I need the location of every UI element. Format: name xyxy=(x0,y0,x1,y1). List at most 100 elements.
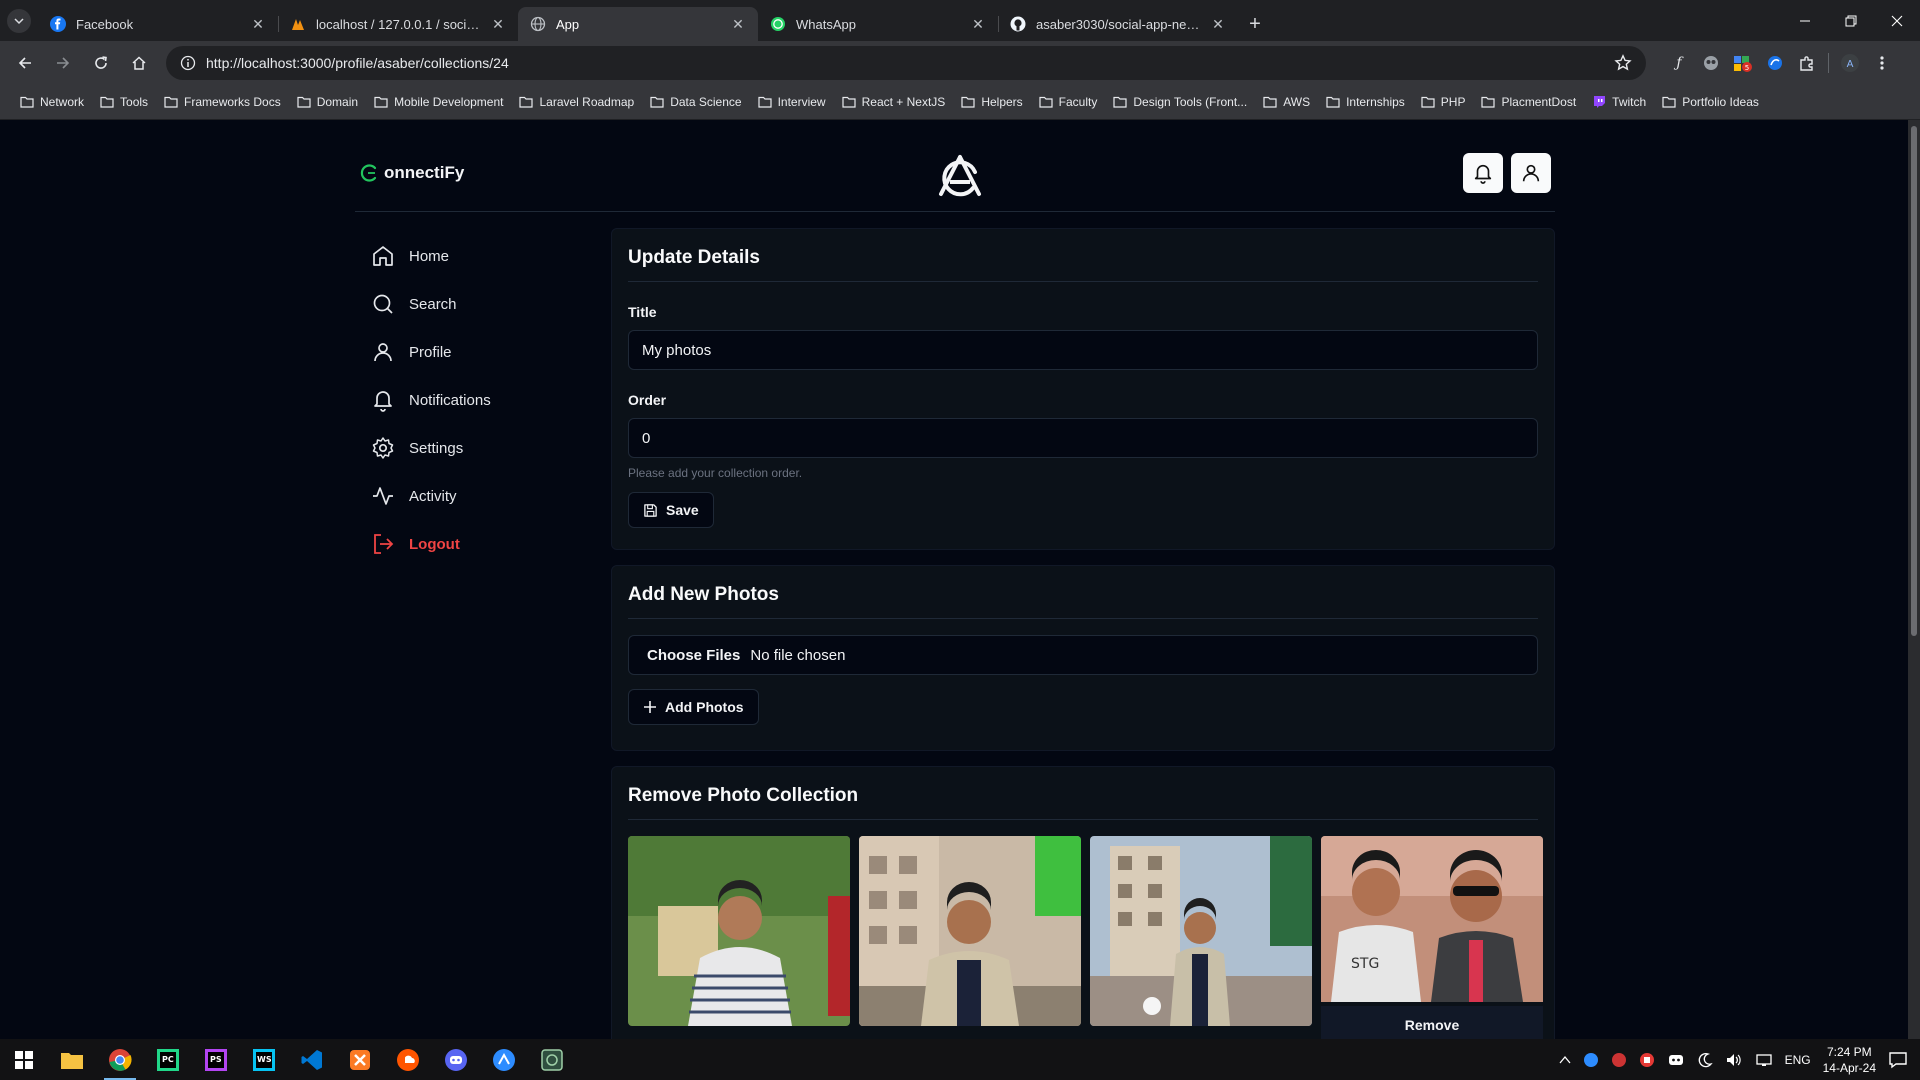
bookmark-item[interactable]: PlacmentDost xyxy=(1473,88,1584,116)
address-bar[interactable]: http://localhost:3000/profile/asaber/col… xyxy=(166,46,1646,80)
taskbar-discord[interactable] xyxy=(432,1039,480,1080)
taskbar-app[interactable] xyxy=(528,1039,576,1080)
tab-search-button[interactable] xyxy=(0,0,38,41)
title-input[interactable]: My photos xyxy=(628,330,1538,370)
bookmark-item[interactable]: Portfolio Ideas xyxy=(1654,88,1767,116)
network-icon[interactable] xyxy=(1755,1052,1773,1068)
volume-icon[interactable] xyxy=(1725,1052,1743,1068)
back-button[interactable] xyxy=(8,46,42,80)
browser-tab[interactable]: Facebook ✕ xyxy=(38,7,278,41)
sidebar-item-logout[interactable]: Logout xyxy=(355,520,585,568)
puzzle-icon[interactable] xyxy=(1796,52,1818,74)
extension-icon[interactable] xyxy=(1700,52,1722,74)
bookmark-item[interactable]: Network xyxy=(12,88,92,116)
bookmark-item[interactable]: Twitch xyxy=(1584,88,1654,116)
new-tab-button[interactable]: + xyxy=(1238,7,1272,41)
font-extension-icon[interactable]: ƒ xyxy=(1668,52,1690,74)
photo-item[interactable] xyxy=(628,836,850,1039)
tray-app-icon[interactable] xyxy=(1611,1052,1627,1068)
sidebar-item-home[interactable]: Home xyxy=(355,232,585,280)
close-tab-icon[interactable]: ✕ xyxy=(1210,16,1226,33)
bookmark-item[interactable]: Data Science xyxy=(642,88,749,116)
scrollbar-thumb[interactable] xyxy=(1911,126,1917,636)
minimize-button[interactable] xyxy=(1782,0,1828,41)
bookmark-item[interactable]: Helpers xyxy=(953,88,1030,116)
sidebar-item-settings[interactable]: Settings xyxy=(355,424,585,472)
site-info-icon[interactable] xyxy=(180,55,196,71)
taskbar-app[interactable] xyxy=(480,1039,528,1080)
photo-item[interactable] xyxy=(1090,836,1312,1039)
browser-tab[interactable]: WhatsApp ✕ xyxy=(758,7,998,41)
close-tab-icon[interactable]: ✕ xyxy=(250,16,266,33)
close-tab-icon[interactable]: ✕ xyxy=(970,16,986,33)
home-button[interactable] xyxy=(122,46,156,80)
save-button[interactable]: Save xyxy=(628,492,714,528)
forward-button[interactable] xyxy=(46,46,80,80)
taskbar-phpstorm[interactable]: PS xyxy=(192,1039,240,1080)
bookmark-item[interactable]: Mobile Development xyxy=(366,88,511,116)
account-button[interactable] xyxy=(1511,153,1551,193)
extension-icon[interactable] xyxy=(1764,52,1786,74)
taskbar-vscode[interactable] xyxy=(288,1039,336,1080)
bookmark-item[interactable]: Internships xyxy=(1318,88,1413,116)
photo-image[interactable] xyxy=(859,836,1081,1026)
bookmark-item[interactable]: Laravel Roadmap xyxy=(511,88,642,116)
sidebar-item-activity[interactable]: Activity xyxy=(355,472,585,520)
file-input[interactable]: Choose Files No file chosen xyxy=(628,635,1538,675)
clock[interactable]: 7:24 PM 14-Apr-24 xyxy=(1823,1044,1876,1076)
sidebar-nav: Home Search Profile Notifications Settin… xyxy=(355,232,585,568)
taskbar-file-explorer[interactable] xyxy=(48,1039,96,1080)
photo-item[interactable] xyxy=(859,836,1081,1039)
discord-tray-icon[interactable] xyxy=(1667,1052,1685,1068)
choose-files-button[interactable]: Choose Files xyxy=(647,647,740,664)
browser-tab[interactable]: localhost / 127.0.0.1 / social-media ✕ xyxy=(278,7,518,41)
tray-app-icon[interactable] xyxy=(1583,1052,1599,1068)
photo-image[interactable]: STG xyxy=(1321,836,1543,1002)
bookmark-item[interactable]: Design Tools (Front... xyxy=(1105,88,1255,116)
moon-icon[interactable] xyxy=(1697,1052,1713,1068)
taskbar-webstorm[interactable]: WS xyxy=(240,1039,288,1080)
sidebar-item-notifications[interactable]: Notifications xyxy=(355,376,585,424)
taskbar-soundcloud[interactable] xyxy=(384,1039,432,1080)
remove-photo-button[interactable]: Remove xyxy=(1321,1006,1543,1039)
notification-center-icon[interactable] xyxy=(1888,1051,1908,1069)
notifications-button[interactable] xyxy=(1463,153,1503,193)
start-button[interactable] xyxy=(0,1039,48,1080)
bookmark-item[interactable]: Domain xyxy=(289,88,366,116)
taskbar-xampp[interactable] xyxy=(336,1039,384,1080)
add-photos-button[interactable]: Add Photos xyxy=(628,689,759,725)
bookmark-item[interactable]: AWS xyxy=(1255,88,1318,116)
language-indicator[interactable]: ENG xyxy=(1785,1053,1811,1067)
bookmark-item[interactable]: Interview xyxy=(750,88,834,116)
close-window-button[interactable] xyxy=(1874,0,1920,41)
extension-badge-icon[interactable]: 5 xyxy=(1732,52,1754,74)
reload-button[interactable] xyxy=(84,46,118,80)
photo-item[interactable]: STG Remove xyxy=(1321,836,1543,1039)
tray-app-icon[interactable] xyxy=(1639,1052,1655,1068)
taskbar-pycharm[interactable]: PC xyxy=(144,1039,192,1080)
brand-logo[interactable]: onnectiFy xyxy=(358,162,464,184)
profile-avatar-icon[interactable]: A xyxy=(1839,52,1861,74)
restore-button[interactable] xyxy=(1828,0,1874,41)
bookmark-item[interactable]: Tools xyxy=(92,88,156,116)
order-input[interactable]: 0 xyxy=(628,418,1538,458)
menu-kebab-icon[interactable] xyxy=(1871,52,1893,74)
photo-image[interactable] xyxy=(1090,836,1312,1026)
browser-tab-active[interactable]: App ✕ xyxy=(518,7,758,41)
bookmark-item[interactable]: Faculty xyxy=(1031,88,1106,116)
sidebar-item-profile[interactable]: Profile xyxy=(355,328,585,376)
close-tab-icon[interactable]: ✕ xyxy=(730,16,746,33)
star-icon[interactable] xyxy=(1614,54,1632,72)
bookmark-item[interactable]: Frameworks Docs xyxy=(156,88,289,116)
photo-image[interactable] xyxy=(628,836,850,1026)
taskbar-chrome[interactable] xyxy=(96,1039,144,1080)
bookmark-item[interactable]: PHP xyxy=(1413,88,1474,116)
bookmark-item[interactable]: React + NextJS xyxy=(834,88,954,116)
browser-tab[interactable]: asaber3030/social-app-nextjs ✕ xyxy=(998,7,1238,41)
close-tab-icon[interactable]: ✕ xyxy=(490,16,506,33)
app-emblem-icon[interactable] xyxy=(937,154,983,200)
url-text[interactable]: http://localhost:3000/profile/asaber/col… xyxy=(206,55,1604,71)
chevron-up-icon[interactable] xyxy=(1559,1054,1571,1066)
page-scrollbar[interactable] xyxy=(1908,120,1920,1039)
sidebar-item-search[interactable]: Search xyxy=(355,280,585,328)
